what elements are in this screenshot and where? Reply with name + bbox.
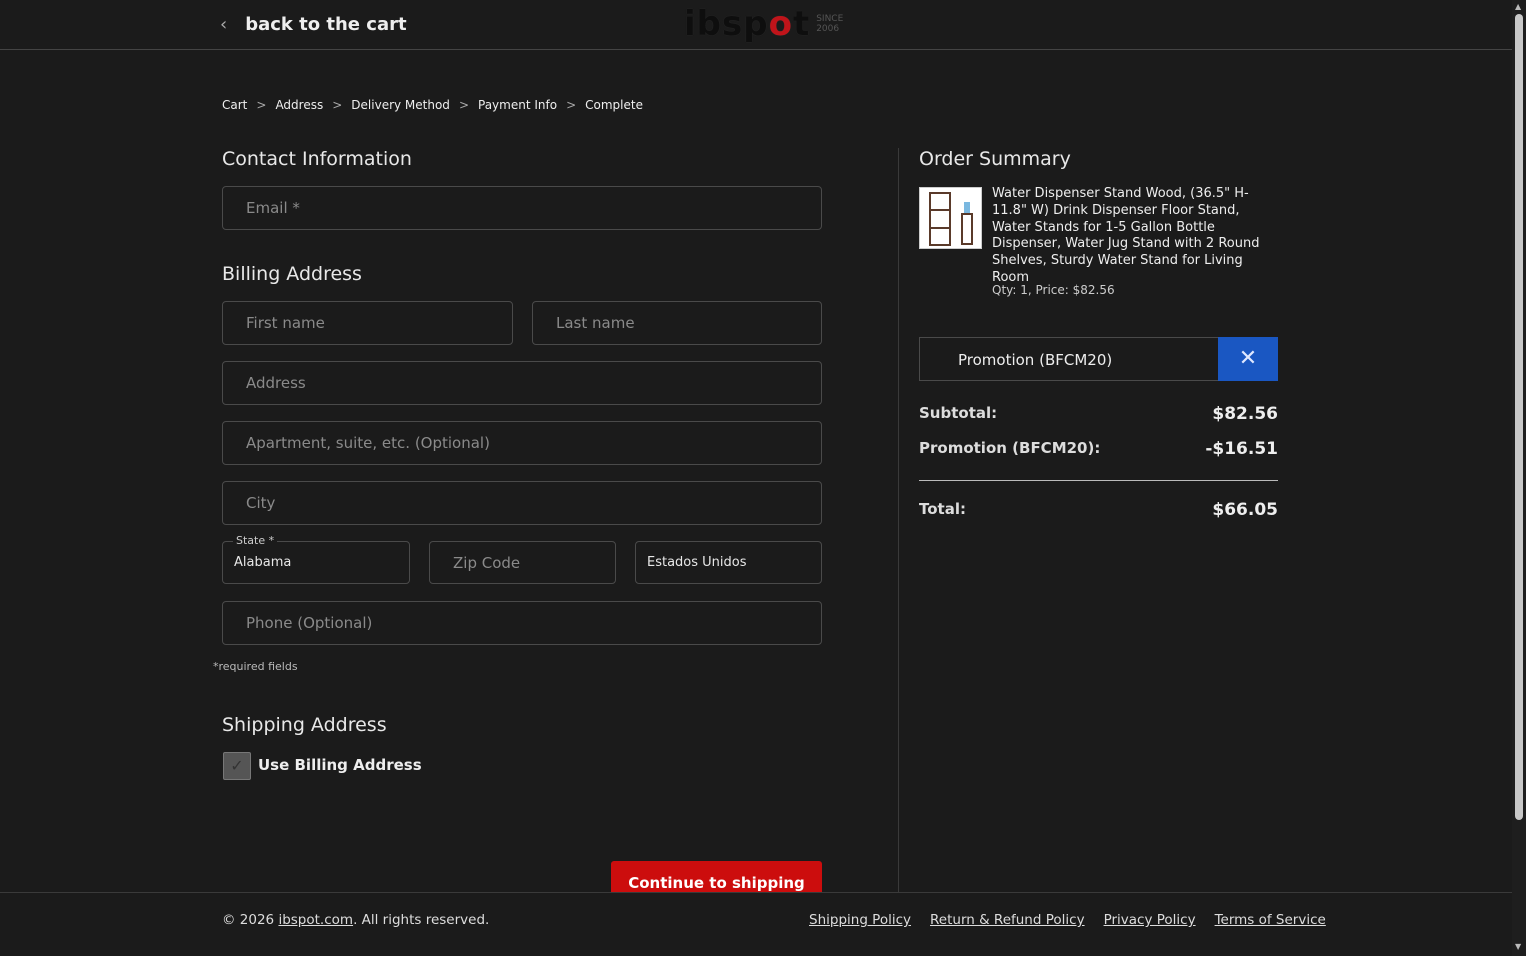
shipping-heading: Shipping Address <box>222 714 387 736</box>
country-select[interactable]: Estados Unidos <box>635 541 822 584</box>
breadcrumb-address[interactable]: Address <box>275 98 323 112</box>
total-row: Total: $66.05 <box>919 500 1278 520</box>
promo-code-applied: Promotion (BFCM20) <box>919 337 1218 381</box>
use-billing-checkbox[interactable]: ✓ <box>223 752 251 780</box>
terms-link[interactable]: Terms of Service <box>1215 912 1326 928</box>
ibspot-logo[interactable]: ibspot SINCE 2006 <box>684 4 843 44</box>
order-summary-heading: Order Summary <box>919 148 1071 170</box>
state-label: State * <box>233 534 278 547</box>
required-note: *required fields <box>213 660 298 673</box>
subtotal-row: Subtotal: $82.56 <box>919 404 1278 424</box>
divider <box>919 480 1278 481</box>
scrollbar[interactable]: ▲ ▼ <box>1512 0 1526 956</box>
product-title: Water Dispenser Stand Wood, (36.5" H-11.… <box>992 186 1260 285</box>
product-thumbnail <box>919 187 982 249</box>
zip-field[interactable]: Zip Code <box>429 541 616 584</box>
scroll-up-icon[interactable]: ▲ <box>1515 2 1521 11</box>
column-divider <box>898 148 899 892</box>
state-select[interactable]: State * Alabama <box>222 534 410 584</box>
shipping-policy-link[interactable]: Shipping Policy <box>809 912 911 928</box>
privacy-policy-link[interactable]: Privacy Policy <box>1104 912 1196 928</box>
chevron-left-icon: ‹ <box>220 14 228 35</box>
address-field[interactable]: Address <box>222 361 822 405</box>
back-label: back to the cart <box>245 14 407 35</box>
phone-field[interactable]: Phone (Optional) <box>222 601 822 645</box>
product-qty-price: Qty: 1, Price: $82.56 <box>992 283 1115 297</box>
breadcrumb-payment[interactable]: Payment Info <box>478 98 557 112</box>
breadcrumb-complete[interactable]: Complete <box>585 98 643 112</box>
breadcrumb-cart[interactable]: Cart <box>222 98 247 112</box>
checkmark-icon: ✓ <box>230 756 244 775</box>
promotion-row: Promotion (BFCM20): -$16.51 <box>919 439 1278 459</box>
billing-heading: Billing Address <box>222 263 362 285</box>
city-field[interactable]: City <box>222 481 822 525</box>
copyright: © 2026 ibspot.com. All rights reserved. <box>222 912 490 928</box>
remove-promo-button[interactable]: ✕ <box>1218 337 1278 381</box>
email-field[interactable]: Email * <box>222 186 822 230</box>
scroll-down-icon[interactable]: ▼ <box>1515 942 1521 951</box>
site-link[interactable]: ibspot.com <box>278 912 353 928</box>
scrollbar-thumb[interactable] <box>1515 14 1523 820</box>
close-icon: ✕ <box>1238 346 1258 371</box>
first-name-field[interactable]: First name <box>222 301 513 345</box>
back-to-cart-link[interactable]: ‹ back to the cart <box>220 14 407 35</box>
breadcrumb: Cart > Address > Delivery Method > Payment … <box>222 98 643 112</box>
last-name-field[interactable]: Last name <box>532 301 822 345</box>
use-billing-label[interactable]: Use Billing Address <box>258 756 422 774</box>
continue-to-shipping-button[interactable]: Continue to shipping <box>611 861 822 892</box>
breadcrumb-delivery[interactable]: Delivery Method <box>351 98 450 112</box>
refund-policy-link[interactable]: Return & Refund Policy <box>930 912 1085 928</box>
contact-heading: Contact Information <box>222 148 412 170</box>
footer-links: Shipping Policy Return & Refund Policy P… <box>809 912 1326 928</box>
apartment-field[interactable]: Apartment, suite, etc. (Optional) <box>222 421 822 465</box>
